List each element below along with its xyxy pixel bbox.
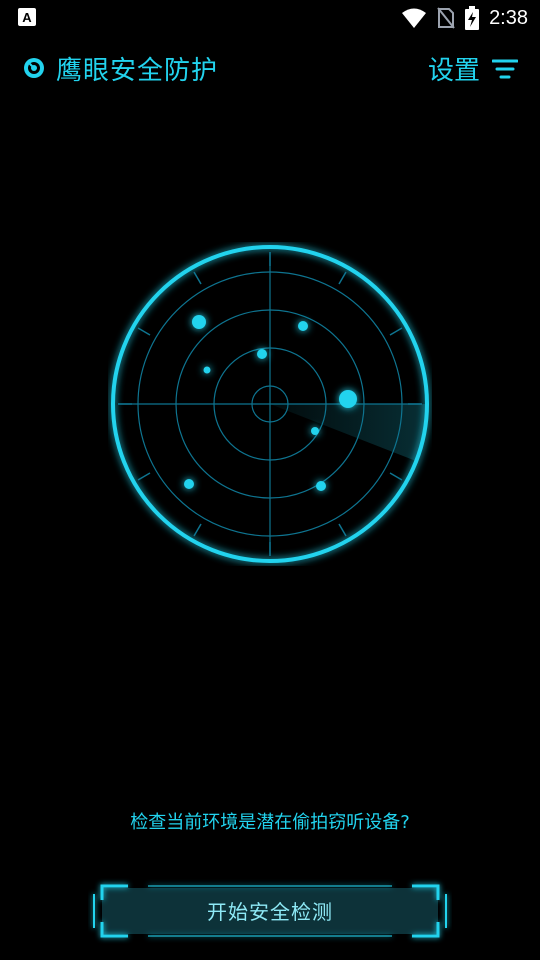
battery-charging-icon [465,6,480,30]
status-bar: A 2:38 [0,0,540,36]
app-header: 鹰眼安全防护 设置 [0,44,540,90]
app-title: 鹰眼安全防护 [56,56,219,86]
filter-menu-icon [492,59,518,78]
radar-blip [311,427,319,435]
status-time: 2:38 [489,6,528,29]
radar-blip [316,481,326,491]
no-sim-icon [437,7,455,29]
radar-blip [203,366,211,374]
radar-blip [257,349,267,359]
settings-button[interactable]: 设置 [428,50,518,87]
start-scan-label: 开始安全检测 [207,900,333,924]
radar-blip [192,315,206,329]
radar-scanner [111,245,429,563]
radar-blip [184,479,194,489]
svg-text:A: A [22,10,32,25]
text-a-icon: A [18,8,36,26]
radar-sweep [270,404,427,461]
settings-label: 设置 [427,56,480,86]
radar-blip [339,390,357,408]
wifi-icon [402,8,427,28]
start-scan-button[interactable]: 开始安全检测 [88,876,452,946]
scan-prompt: 检查当前环境是潜在偷拍窃听设备? [130,812,410,833]
radar-blip [298,321,308,331]
eye-target-icon [24,58,44,78]
